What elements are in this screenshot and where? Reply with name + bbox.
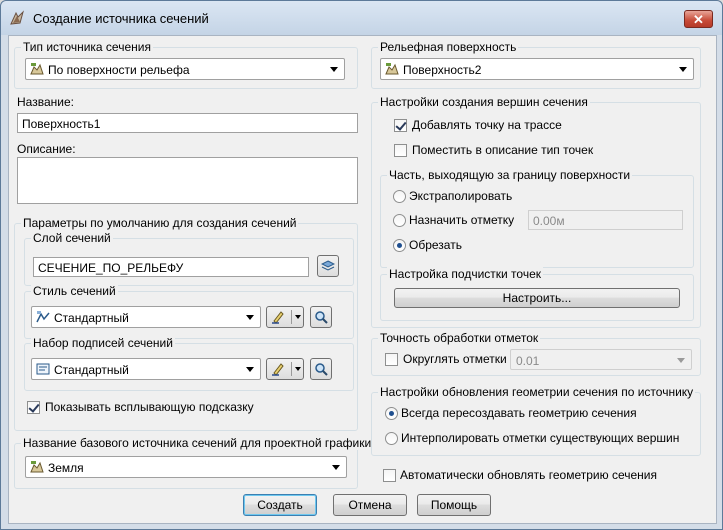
chevron-down-icon bbox=[330, 67, 338, 72]
surface-value: Поверхность2 bbox=[403, 63, 482, 77]
help-button[interactable]: Помощь bbox=[417, 494, 491, 516]
round-label: Округлять отметки bbox=[403, 352, 507, 366]
point-type-checkbox[interactable] bbox=[394, 144, 407, 157]
base-source-group: Название базового источника сечений для … bbox=[14, 436, 374, 489]
style-edit-button[interactable] bbox=[266, 306, 304, 328]
magnify-icon bbox=[315, 363, 328, 376]
assign-elev-label: Назначить отметку bbox=[409, 213, 515, 227]
outside-group-title: Часть, выходящую за границу поверхности bbox=[387, 168, 633, 182]
style-details-button[interactable] bbox=[310, 306, 332, 328]
round-value: 0.01 bbox=[516, 354, 540, 368]
labelset-group: Набор подписей сечений Стандартный bbox=[24, 336, 354, 391]
layer-select-button[interactable] bbox=[317, 255, 339, 277]
source-type-combo[interactable]: По поверхности рельефа bbox=[25, 58, 345, 80]
interpolate-radio[interactable] bbox=[385, 432, 398, 445]
auto-update-label: Автоматически обновлять геометрию сечени… bbox=[400, 468, 657, 482]
layer-field[interactable]: СЕЧЕНИЕ_ПО_РЕЛЬЕФУ bbox=[33, 257, 309, 277]
layer-label: Слой сечений bbox=[31, 231, 113, 245]
layer-group: Слой сечений СЕЧЕНИЕ_ПО_РЕЛЬЕФУ bbox=[24, 231, 354, 286]
labelset-combo[interactable]: Стандартный bbox=[31, 358, 261, 380]
close-button[interactable]: ✕ bbox=[684, 10, 713, 28]
interpolate-label: Интерполировать отметки существующих вер… bbox=[401, 431, 680, 445]
name-label: Название: bbox=[17, 95, 74, 109]
base-source-value: Земля bbox=[48, 461, 84, 475]
source-type-value: По поверхности рельефа bbox=[48, 63, 190, 77]
chevron-down-icon bbox=[677, 358, 685, 363]
surface-label: Рельефная поверхность bbox=[378, 40, 519, 54]
cleanup-group: Настройка подчистки точек Настроить... bbox=[380, 267, 694, 321]
surface-icon bbox=[30, 461, 44, 473]
chevron-down-icon bbox=[679, 67, 687, 72]
style-combo[interactable]: Стандартный bbox=[31, 306, 261, 328]
dialog-window: Создание источника сечений ✕ Тип источни… bbox=[0, 0, 723, 530]
outside-group: Часть, выходящую за границу поверхности … bbox=[380, 168, 694, 268]
trim-label: Обрезать bbox=[409, 238, 462, 252]
surface-group: Рельефная поверхность Поверхность2 bbox=[371, 40, 701, 89]
precision-group-title: Точность обработки отметок bbox=[378, 331, 541, 345]
rebuild-radio[interactable] bbox=[385, 407, 398, 420]
window-title: Создание источника сечений bbox=[33, 11, 209, 26]
style-icon bbox=[36, 311, 50, 323]
surface-combo[interactable]: Поверхность2 bbox=[380, 58, 694, 80]
style-label: Стиль сечений bbox=[31, 284, 118, 298]
surface-icon bbox=[30, 63, 44, 75]
auto-update-checkbox[interactable] bbox=[383, 469, 396, 482]
cancel-button[interactable]: Отмена bbox=[333, 494, 407, 516]
tooltip-label: Показывать всплывающую подсказку bbox=[45, 400, 254, 414]
round-checkbox[interactable] bbox=[385, 353, 398, 366]
edit-icon bbox=[272, 363, 284, 376]
title-bar[interactable]: Создание источника сечений ✕ bbox=[1, 1, 722, 35]
layer-icon bbox=[321, 260, 335, 271]
assign-elev-field[interactable]: 0.00м bbox=[528, 210, 683, 230]
update-group: Настройки обновления геометрии сечения п… bbox=[371, 385, 701, 456]
vertex-group-title: Настройки создания вершин сечения bbox=[378, 95, 590, 109]
tooltip-checkbox[interactable] bbox=[27, 401, 40, 414]
edit-icon bbox=[272, 311, 284, 324]
base-source-combo[interactable]: Земля bbox=[25, 456, 347, 478]
name-field[interactable]: Поверхность1 bbox=[17, 113, 358, 133]
precision-group: Точность обработки отметок Округлять отм… bbox=[371, 331, 701, 376]
style-value: Стандартный bbox=[54, 311, 129, 325]
chevron-down-icon bbox=[246, 315, 254, 320]
point-type-label: Поместить в описание тип точек bbox=[412, 143, 594, 157]
labelset-label: Набор подписей сечений bbox=[31, 336, 175, 350]
magnify-icon bbox=[315, 311, 328, 324]
round-combo[interactable]: 0.01 bbox=[510, 349, 692, 370]
app-icon bbox=[10, 10, 24, 25]
vertex-group: Настройки создания вершин сечения Добавл… bbox=[371, 95, 701, 328]
surface-icon bbox=[385, 63, 399, 75]
source-type-group: Тип источника сечения По поверхности рел… bbox=[14, 40, 358, 89]
update-group-title: Настройки обновления геометрии сечения п… bbox=[378, 385, 696, 399]
labelset-edit-button[interactable] bbox=[266, 358, 304, 380]
labelset-details-button[interactable] bbox=[310, 358, 332, 380]
assign-elev-radio[interactable] bbox=[393, 214, 406, 227]
base-source-label: Название базового источника сечений для … bbox=[21, 436, 374, 450]
trim-radio[interactable] bbox=[393, 239, 406, 252]
add-point-label: Добавлять точку на трассе bbox=[412, 118, 562, 132]
style-group: Стиль сечений Стандартный bbox=[24, 284, 354, 339]
description-label: Описание: bbox=[17, 142, 76, 156]
defaults-group-title: Параметры по умолчанию для создания сече… bbox=[21, 216, 299, 230]
extrapolate-label: Экстраполировать bbox=[409, 189, 513, 203]
cleanup-group-title: Настройка подчистки точек bbox=[387, 267, 544, 281]
defaults-group: Параметры по умолчанию для создания сече… bbox=[14, 216, 358, 431]
labelset-icon bbox=[36, 363, 50, 375]
extrapolate-radio[interactable] bbox=[393, 190, 406, 203]
configure-button[interactable]: Настроить... bbox=[394, 288, 680, 308]
dialog-body: Тип источника сечения По поверхности рел… bbox=[8, 35, 717, 524]
labelset-value: Стандартный bbox=[54, 363, 129, 377]
chevron-down-icon bbox=[246, 367, 254, 372]
add-point-checkbox[interactable] bbox=[394, 119, 407, 132]
rebuild-label: Всегда пересоздавать геометрию сечения bbox=[401, 406, 637, 420]
description-field[interactable] bbox=[17, 157, 358, 204]
create-button[interactable]: Создать bbox=[243, 494, 317, 516]
source-type-label: Тип источника сечения bbox=[21, 40, 153, 54]
chevron-down-icon bbox=[332, 465, 340, 470]
